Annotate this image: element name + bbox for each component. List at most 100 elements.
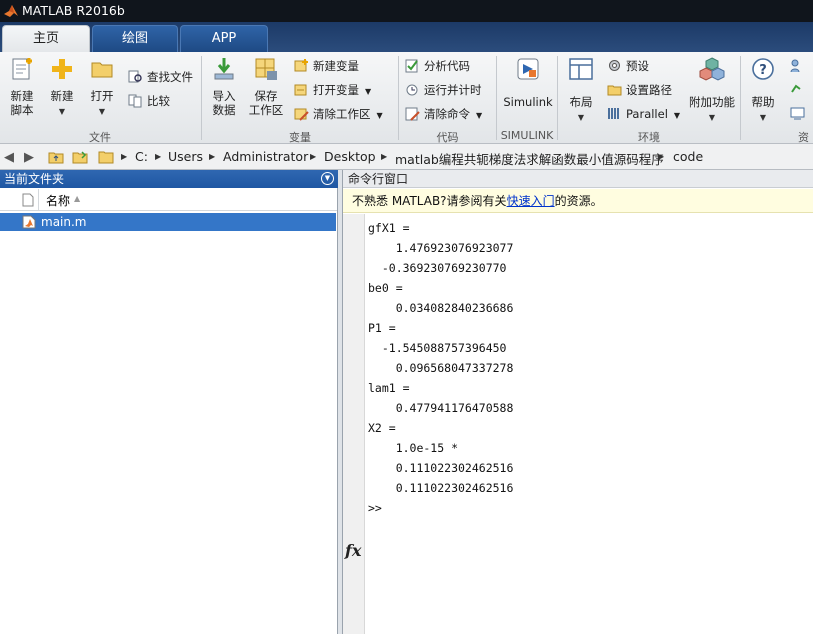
open-label: 打开 (90, 89, 114, 103)
output-line: 0.111022302462516 (368, 461, 514, 475)
chevron-down-icon: ▼ (759, 113, 767, 122)
breadcrumb-users[interactable]: Users (168, 149, 203, 164)
simulink-icon (517, 58, 539, 80)
find-files-button[interactable]: 查找文件 (128, 67, 193, 87)
open-variable-icon (294, 84, 307, 96)
analyze-code-button[interactable]: 分析代码 (405, 56, 470, 76)
code-group-label: 代码 (436, 131, 459, 144)
new-variable-button[interactable]: 新建变量 (294, 56, 359, 76)
compare-button[interactable]: 比较 (128, 91, 170, 111)
divider (201, 56, 202, 140)
output-line: be0 = (368, 281, 403, 295)
run-and-time-button[interactable]: 运行并计时 (405, 80, 482, 100)
up-folder-icon[interactable] (48, 149, 64, 165)
divider (398, 56, 399, 140)
import-icon (214, 58, 234, 80)
chevron-down-icon: ▼ (673, 111, 681, 120)
clear-commands-button[interactable]: 清除命令 ▼ (405, 104, 482, 124)
simulink-label: Simulink (503, 95, 553, 109)
tab-bar: 主页 绘图 APP (0, 22, 813, 52)
chevron-right-icon: ▶ (310, 152, 317, 161)
clear-workspace-label: 清除工作区 (313, 107, 371, 121)
output-line: X2 = (368, 421, 396, 435)
getting-started-link[interactable]: 快速入门 (507, 194, 555, 208)
new-button[interactable]: 新建 ▼ (44, 56, 80, 119)
current-folder-title: 当前文件夹 (4, 172, 65, 186)
clear-workspace-button[interactable]: 清除工作区 ▼ (294, 104, 383, 124)
new-variable-label: 新建变量 (313, 59, 359, 73)
community-icon (790, 59, 800, 73)
folder-icon (91, 62, 113, 78)
import-data-button[interactable]: 导入 数据 (206, 56, 242, 117)
tab-home[interactable]: 主页 (2, 25, 90, 52)
file-list-header[interactable]: 名称 ▲ (0, 189, 337, 211)
simulink-button[interactable]: Simulink (502, 56, 554, 109)
m-file-icon (22, 215, 36, 229)
breadcrumb-desktop[interactable]: Desktop (324, 149, 376, 164)
breadcrumb-c[interactable]: C: (135, 149, 148, 164)
learn-matlab-button[interactable] (790, 104, 809, 124)
layout-button[interactable]: 布局 ▼ (563, 56, 599, 125)
chevron-down-icon: ▼ (98, 107, 106, 116)
panel-menu-icon[interactable]: ▼ (321, 172, 334, 185)
getting-started-notice: 不熟悉 MATLAB?请参阅有关快速入门的资源。 (343, 189, 813, 213)
parallel-label: Parallel (626, 107, 668, 121)
file-name: main.m (41, 215, 87, 229)
chevron-down-icon: ▼ (577, 113, 585, 122)
open-variable-button[interactable]: 打开变量 ▼ (294, 80, 371, 100)
breadcrumb-project-folder[interactable]: matlab编程共轭梯度法求解函数最小值源码程序 (395, 149, 664, 168)
request-support-button[interactable] (790, 80, 809, 100)
layout-label: 布局 (569, 95, 593, 109)
command-window-header: 命令行窗口 (343, 170, 813, 188)
resources-group-label: 资 (798, 131, 809, 144)
matlab-logo-icon (4, 5, 18, 17)
tab-plots[interactable]: 绘图 (92, 25, 178, 52)
current-folder-panel: 当前文件夹 ▼ 名称 ▲ main.m (0, 170, 338, 634)
chevron-right-icon: ▶ (381, 152, 388, 161)
set-path-label: 设置路径 (626, 83, 672, 97)
tab-apps[interactable]: APP (180, 25, 268, 52)
sort-ascending-icon: ▲ (74, 194, 81, 203)
clear-commands-label: 清除命令 (424, 107, 470, 121)
community-button[interactable] (790, 56, 809, 76)
breadcrumb-administrator[interactable]: Administrator (223, 149, 308, 164)
help-label: 帮助 (751, 95, 775, 109)
analyze-code-icon (405, 59, 418, 73)
preferences-button[interactable]: 预设 (607, 56, 649, 76)
set-path-button[interactable]: 设置路径 (607, 80, 672, 100)
output-line: 0.111022302462516 (368, 481, 514, 495)
new-script-button[interactable]: 新建 脚本 (4, 56, 40, 117)
browse-folder-icon[interactable] (72, 149, 88, 165)
set-path-icon (607, 85, 622, 96)
gear-icon (609, 60, 620, 71)
open-variable-label: 打开变量 (313, 83, 359, 97)
forward-arrow-icon[interactable]: ▶ (24, 150, 34, 165)
open-button[interactable]: 打开 ▼ (84, 56, 120, 119)
file-row[interactable]: main.m (0, 213, 336, 231)
parallel-icon (608, 108, 619, 119)
output-line: lam1 = (368, 381, 410, 395)
chevron-down-icon: ▼ (708, 113, 716, 122)
addons-button[interactable]: 附加功能 ▼ (688, 56, 736, 125)
parallel-button[interactable]: Parallel ▼ (607, 104, 680, 124)
run-and-time-label: 运行并计时 (424, 83, 482, 97)
function-browser-icon[interactable]: fx (345, 541, 361, 560)
help-button[interactable]: ? 帮助 ▼ (745, 56, 781, 125)
chevron-down-icon: ▼ (365, 87, 372, 96)
save-workspace-button[interactable]: 保存 工作区 (246, 56, 286, 117)
file-group-label: 文件 (89, 131, 111, 144)
chevron-right-icon: ▶ (121, 152, 128, 161)
command-output[interactable]: gfX1 = 1.476923076923077 -0.369230769230… (368, 218, 808, 518)
output-line: 0.096568047337278 (368, 361, 514, 375)
import-data-label: 导入 数据 (212, 89, 236, 117)
new-variable-icon (294, 59, 308, 72)
breadcrumb-code[interactable]: code (673, 149, 703, 164)
new-script-icon (12, 58, 32, 80)
compare-icon (128, 94, 142, 108)
variable-group-label: 变量 (289, 131, 311, 144)
output-line: P1 = (368, 321, 396, 335)
command-prompt[interactable]: >> (368, 498, 808, 518)
command-window-panel: 命令行窗口 不熟悉 MATLAB?请参阅有关快速入门的资源。 fx gfX1 =… (343, 170, 813, 634)
back-arrow-icon[interactable]: ◀ (4, 150, 14, 165)
preferences-label: 预设 (626, 59, 649, 73)
